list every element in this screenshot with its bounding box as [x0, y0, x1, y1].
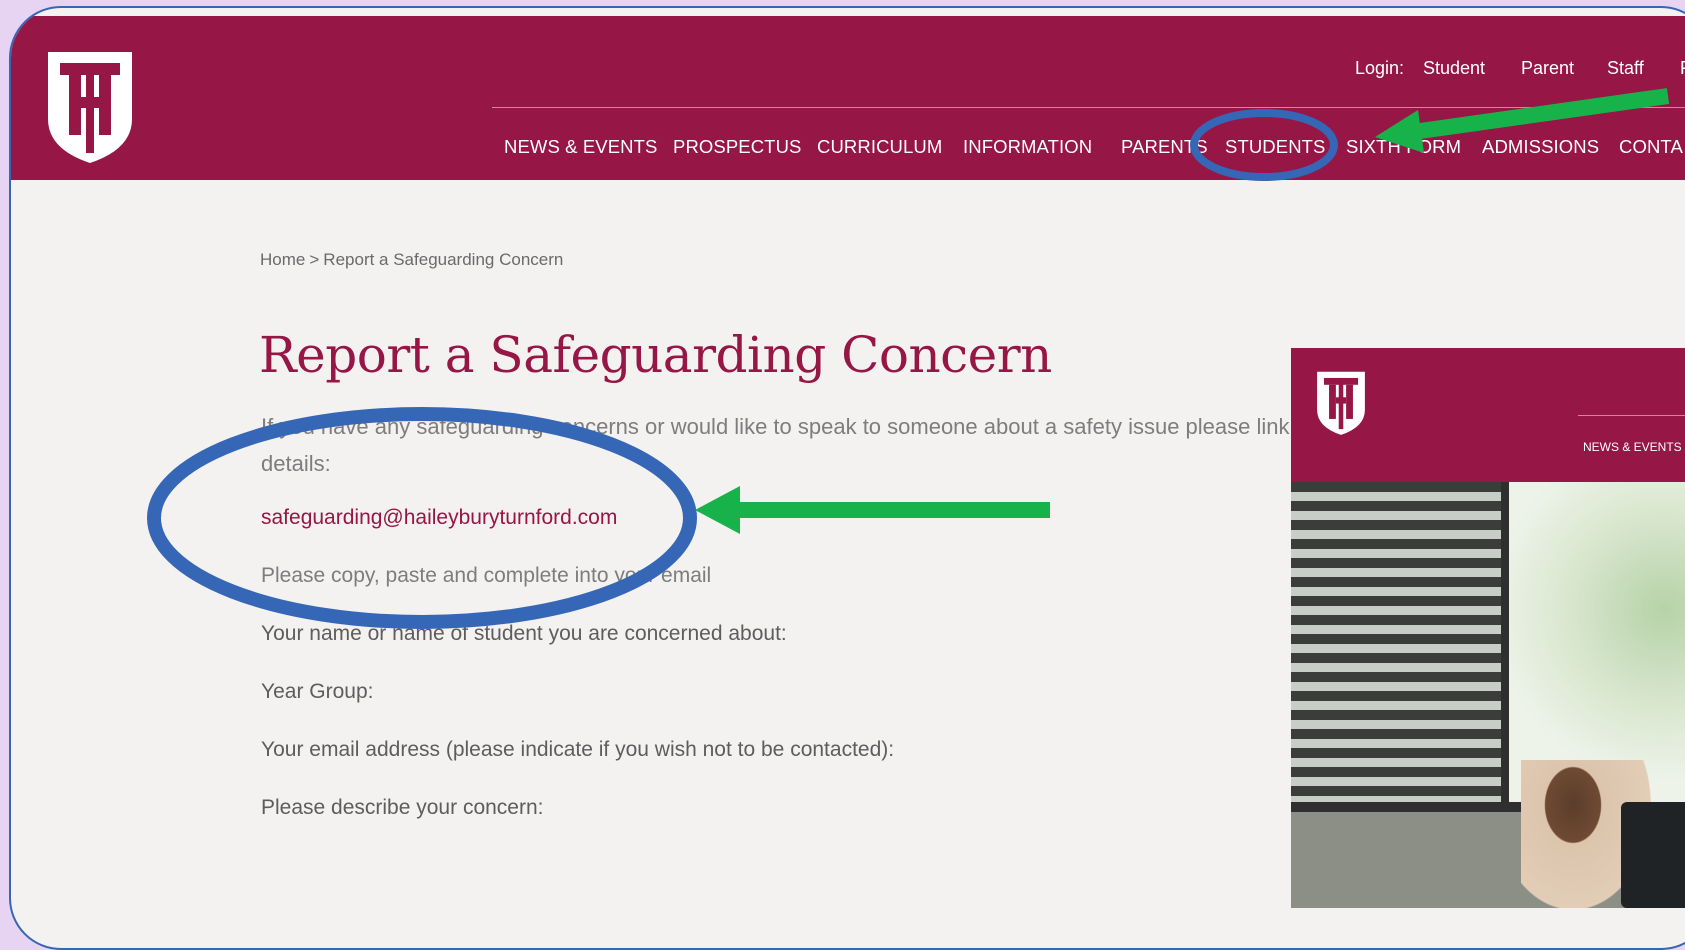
login-staff-link[interactable]: Staff [1607, 58, 1644, 79]
nav-curriculum[interactable]: CURRICULUM [817, 136, 942, 158]
intro-text: If you have any safeguarding concerns or… [261, 408, 1290, 482]
safeguarding-email-link[interactable]: safeguarding@haileyburyturnford.com [261, 506, 617, 530]
inset-nav-news-events: NEWS & EVENTS [1583, 440, 1682, 454]
office-photo [1291, 482, 1685, 908]
field-year-group: Year Group: [261, 680, 374, 703]
inset-screenshot: NEWS & EVENTS [1291, 348, 1685, 908]
page-title: Report a Safeguarding Concern [259, 326, 1052, 384]
inset-header: NEWS & EVENTS [1291, 348, 1685, 482]
nav-divider [492, 107, 1685, 108]
nav-prospectus[interactable]: PROSPECTUS [673, 136, 801, 158]
browser-frame: Login: Student Parent Staff F NEWS & EVE… [9, 6, 1685, 950]
nav-contact[interactable]: CONTA [1619, 136, 1683, 158]
login-label: Login: [1355, 58, 1405, 78]
nav-admissions[interactable]: ADMISSIONS [1482, 136, 1599, 158]
login-student-link[interactable]: Student [1423, 58, 1485, 79]
field-student-name: Your name or name of student you are con… [261, 622, 787, 645]
nav-students[interactable]: STUDENTS [1225, 136, 1326, 158]
photo-window-view [1509, 482, 1685, 802]
main-nav: NEWS & EVENTS PROSPECTUS CURRICULUM INFO… [11, 136, 1685, 166]
intro-line: If you have any safeguarding concerns or… [261, 414, 1290, 439]
intro-line-cont: details: [261, 451, 331, 476]
nav-information[interactable]: INFORMATION [963, 136, 1092, 158]
nav-news-events[interactable]: NEWS & EVENTS [504, 136, 657, 158]
inset-nav-divider [1578, 415, 1685, 416]
nav-parents[interactable]: PARENTS [1121, 136, 1208, 158]
photo-monitor [1621, 802, 1685, 908]
login-links: Login: Student Parent Staff F [11, 58, 1685, 88]
school-crest-icon [1317, 371, 1365, 435]
breadcrumb: Home > Report a Safeguarding Concern [260, 250, 563, 270]
photo-blinds [1291, 482, 1501, 802]
breadcrumb-current: Report a Safeguarding Concern [323, 250, 564, 269]
breadcrumb-home[interactable]: Home [260, 250, 305, 269]
login-parent-link[interactable]: Parent [1521, 58, 1574, 79]
breadcrumb-separator: > [309, 250, 320, 269]
field-email-address: Your email address (please indicate if y… [261, 738, 895, 761]
login-more-link[interactable]: F [1680, 58, 1685, 79]
site-header: Login: Student Parent Staff F NEWS & EVE… [11, 16, 1685, 180]
nav-sixth-form[interactable]: SIXTH FORM [1346, 136, 1461, 158]
copy-instructions: Please copy, paste and complete into you… [261, 564, 712, 587]
field-describe-concern: Please describe your concern: [261, 796, 544, 819]
